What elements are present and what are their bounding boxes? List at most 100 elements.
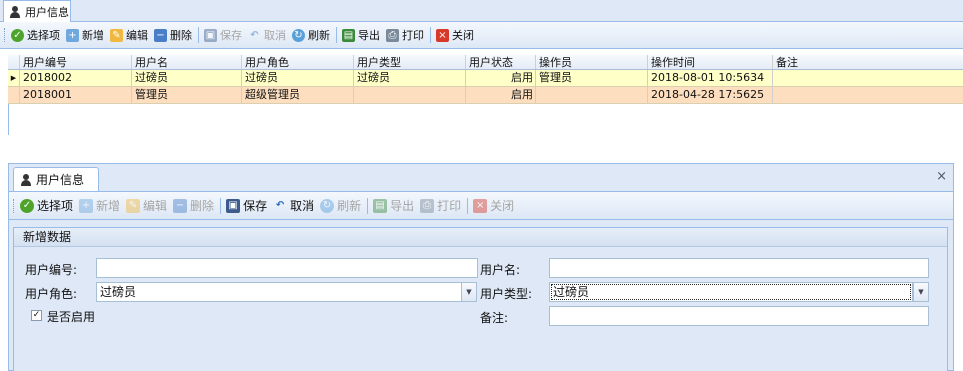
chevron-down-icon[interactable]: ▼ (461, 282, 477, 302)
edit-button[interactable]: ✎ 编辑 (126, 197, 167, 214)
table-cell: 2018002 (20, 70, 132, 86)
table-cell: 2018001 (20, 87, 132, 103)
tab-title: 用户信息 (36, 173, 85, 187)
column-header[interactable]: 用户状态 (466, 55, 536, 69)
delete-icon: − (173, 198, 188, 213)
cancel-button[interactable]: ↶ 取消 (273, 197, 314, 214)
table-cell: 管理员 (132, 87, 242, 103)
row-indicator (8, 87, 20, 103)
user-name-label: 用户名: (480, 263, 521, 277)
print-button[interactable]: ⎙ 打印 (420, 197, 461, 214)
export-button[interactable]: ▤ 导出 (373, 197, 414, 214)
table-cell: 2018-04-28 17:5625 (648, 87, 773, 103)
table-cell: 启用 (466, 70, 536, 86)
table-row[interactable]: ▶ 2018002 过磅员 过磅员 过磅员 启用 管理员 2018-08-01 … (8, 70, 963, 87)
table-cell: 过磅员 (242, 70, 354, 86)
table-row[interactable]: 2018001 管理员 超级管理员 启用 2018-04-28 17:5625 (8, 87, 963, 104)
bottom-toolbar: ✓ 选择项 + 新增 ✎ 编辑 − 删除 ▣ 保存 ↶ 取消 ↻ 刷新 ▤ 导出 ⎙ 打印 × 关闭 (9, 191, 953, 220)
user-id-label: 用户编号: (25, 263, 78, 277)
user-icon (9, 5, 22, 18)
print-button[interactable]: ⎙ 打印 (386, 27, 424, 43)
close-panel-icon[interactable]: × (936, 169, 947, 184)
close-icon: × (436, 28, 449, 42)
add-button[interactable]: + 新增 (66, 27, 104, 43)
close-button[interactable]: × 关闭 (473, 197, 514, 214)
undo-icon: ↶ (275, 199, 285, 211)
refresh-button[interactable]: ↻ 刷新 (320, 197, 361, 214)
column-header[interactable]: 用户角色 (242, 55, 354, 69)
refresh-icon: ↻ (292, 28, 305, 42)
export-icon: ▤ (373, 198, 388, 213)
save-button[interactable]: ▣ 保存 (226, 197, 267, 214)
user-name-input[interactable] (549, 258, 929, 278)
column-header[interactable]: 操作时间 (648, 55, 773, 69)
user-id-input[interactable] (96, 258, 478, 278)
chevron-down-icon[interactable]: ▼ (913, 282, 929, 302)
enabled-checkbox[interactable]: ✓ (31, 310, 42, 321)
close-button[interactable]: × 关闭 (436, 27, 474, 43)
remark-input[interactable] (549, 306, 929, 326)
tab-title: 用户信息 (25, 5, 69, 19)
save-icon: ▣ (226, 198, 241, 213)
table-cell: 管理员 (536, 70, 648, 86)
top-toolbar: ✓ 选择项 + 新增 ✎ 编辑 − 删除 ▣ 保存 ↶ 取消 ↻ 刷新 ▤ 导出 ⎙ 打印 × 关闭 (0, 22, 963, 49)
user-role-label: 用户角色: (25, 287, 78, 301)
add-icon: + (79, 198, 94, 213)
toolbar-separator (467, 197, 469, 214)
column-header[interactable]: 用户类型 (354, 55, 466, 69)
enabled-label: 是否启用 (47, 310, 96, 324)
user-grid: 用户编号 用户名 用户角色 用户类型 用户状态 操作员 操作时间 备注 ▶ 20… (8, 55, 963, 104)
bottom-tabstrip: 用户信息 × (9, 164, 953, 191)
user-role-select[interactable]: 过磅员 (96, 282, 462, 302)
edit-icon: ✎ (126, 198, 141, 213)
toolbar-grip (4, 28, 7, 42)
section-title: 新增数据 (14, 228, 947, 247)
save-icon: ▣ (204, 28, 217, 42)
export-icon: ▤ (342, 28, 355, 42)
toolbar-separator (198, 27, 199, 43)
toolbar-separator (336, 27, 337, 43)
close-icon: × (473, 198, 488, 213)
delete-button[interactable]: − 删除 (173, 197, 214, 214)
save-button[interactable]: ▣ 保存 (204, 27, 242, 43)
top-panel: 用户信息 ✓ 选择项 + 新增 ✎ 编辑 − 删除 ▣ 保存 ↶ 取消 ↻ 刷新 ▤ 导出 ⎙ 打… (0, 0, 963, 140)
column-header[interactable]: 操作员 (536, 55, 648, 69)
refresh-icon: ↻ (320, 198, 335, 213)
table-cell (773, 70, 963, 86)
top-tabstrip: 用户信息 (0, 0, 963, 22)
grid-header: 用户编号 用户名 用户角色 用户类型 用户状态 操作员 操作时间 备注 (8, 55, 963, 70)
add-icon: + (66, 28, 79, 42)
table-cell (354, 87, 466, 103)
bottom-panel: 用户信息 × ✓ 选择项 + 新增 ✎ 编辑 − 删除 ▣ 保存 ↶ 取消 ↻ 刷新 ▤ 导出 … (8, 163, 954, 371)
undo-icon: ↶ (250, 29, 259, 41)
cancel-button[interactable]: ↶ 取消 (248, 27, 286, 43)
form-fieldset: 新增数据 用户编号: 用户名: 用户角色: 过磅员 ▼ 用户类型: 过磅员 ▼ … (13, 227, 948, 371)
refresh-button[interactable]: ↻ 刷新 (292, 27, 330, 43)
print-icon: ⎙ (420, 198, 435, 213)
print-icon: ⎙ (386, 28, 399, 42)
delete-button[interactable]: − 删除 (154, 27, 192, 43)
user-type-select[interactable]: 过磅员 (549, 282, 913, 302)
toolbar-separator (430, 27, 431, 43)
select-button[interactable]: ✓ 选择项 (11, 27, 60, 43)
table-cell: 2018-08-01 10:5634 (648, 70, 773, 86)
export-button[interactable]: ▤ 导出 (342, 27, 380, 43)
delete-icon: − (154, 28, 167, 42)
remark-label: 备注: (480, 311, 509, 325)
table-cell: 过磅员 (132, 70, 242, 86)
table-cell: 过磅员 (354, 70, 466, 86)
column-header[interactable]: 备注 (773, 55, 963, 69)
toolbar-grip (13, 198, 16, 213)
edit-icon: ✎ (110, 28, 123, 42)
user-icon (20, 173, 33, 186)
edit-button[interactable]: ✎ 编辑 (110, 27, 148, 43)
column-header[interactable]: 用户编号 (20, 55, 132, 69)
add-button[interactable]: + 新增 (79, 197, 120, 214)
column-header[interactable]: 用户名 (132, 55, 242, 69)
table-cell: 启用 (466, 87, 536, 103)
tab-user-info[interactable]: 用户信息 (13, 167, 99, 191)
table-cell (773, 87, 963, 103)
tab-user-info[interactable]: 用户信息 (3, 0, 71, 22)
table-cell: 超级管理员 (242, 87, 354, 103)
select-button[interactable]: ✓ 选择项 (20, 197, 73, 214)
